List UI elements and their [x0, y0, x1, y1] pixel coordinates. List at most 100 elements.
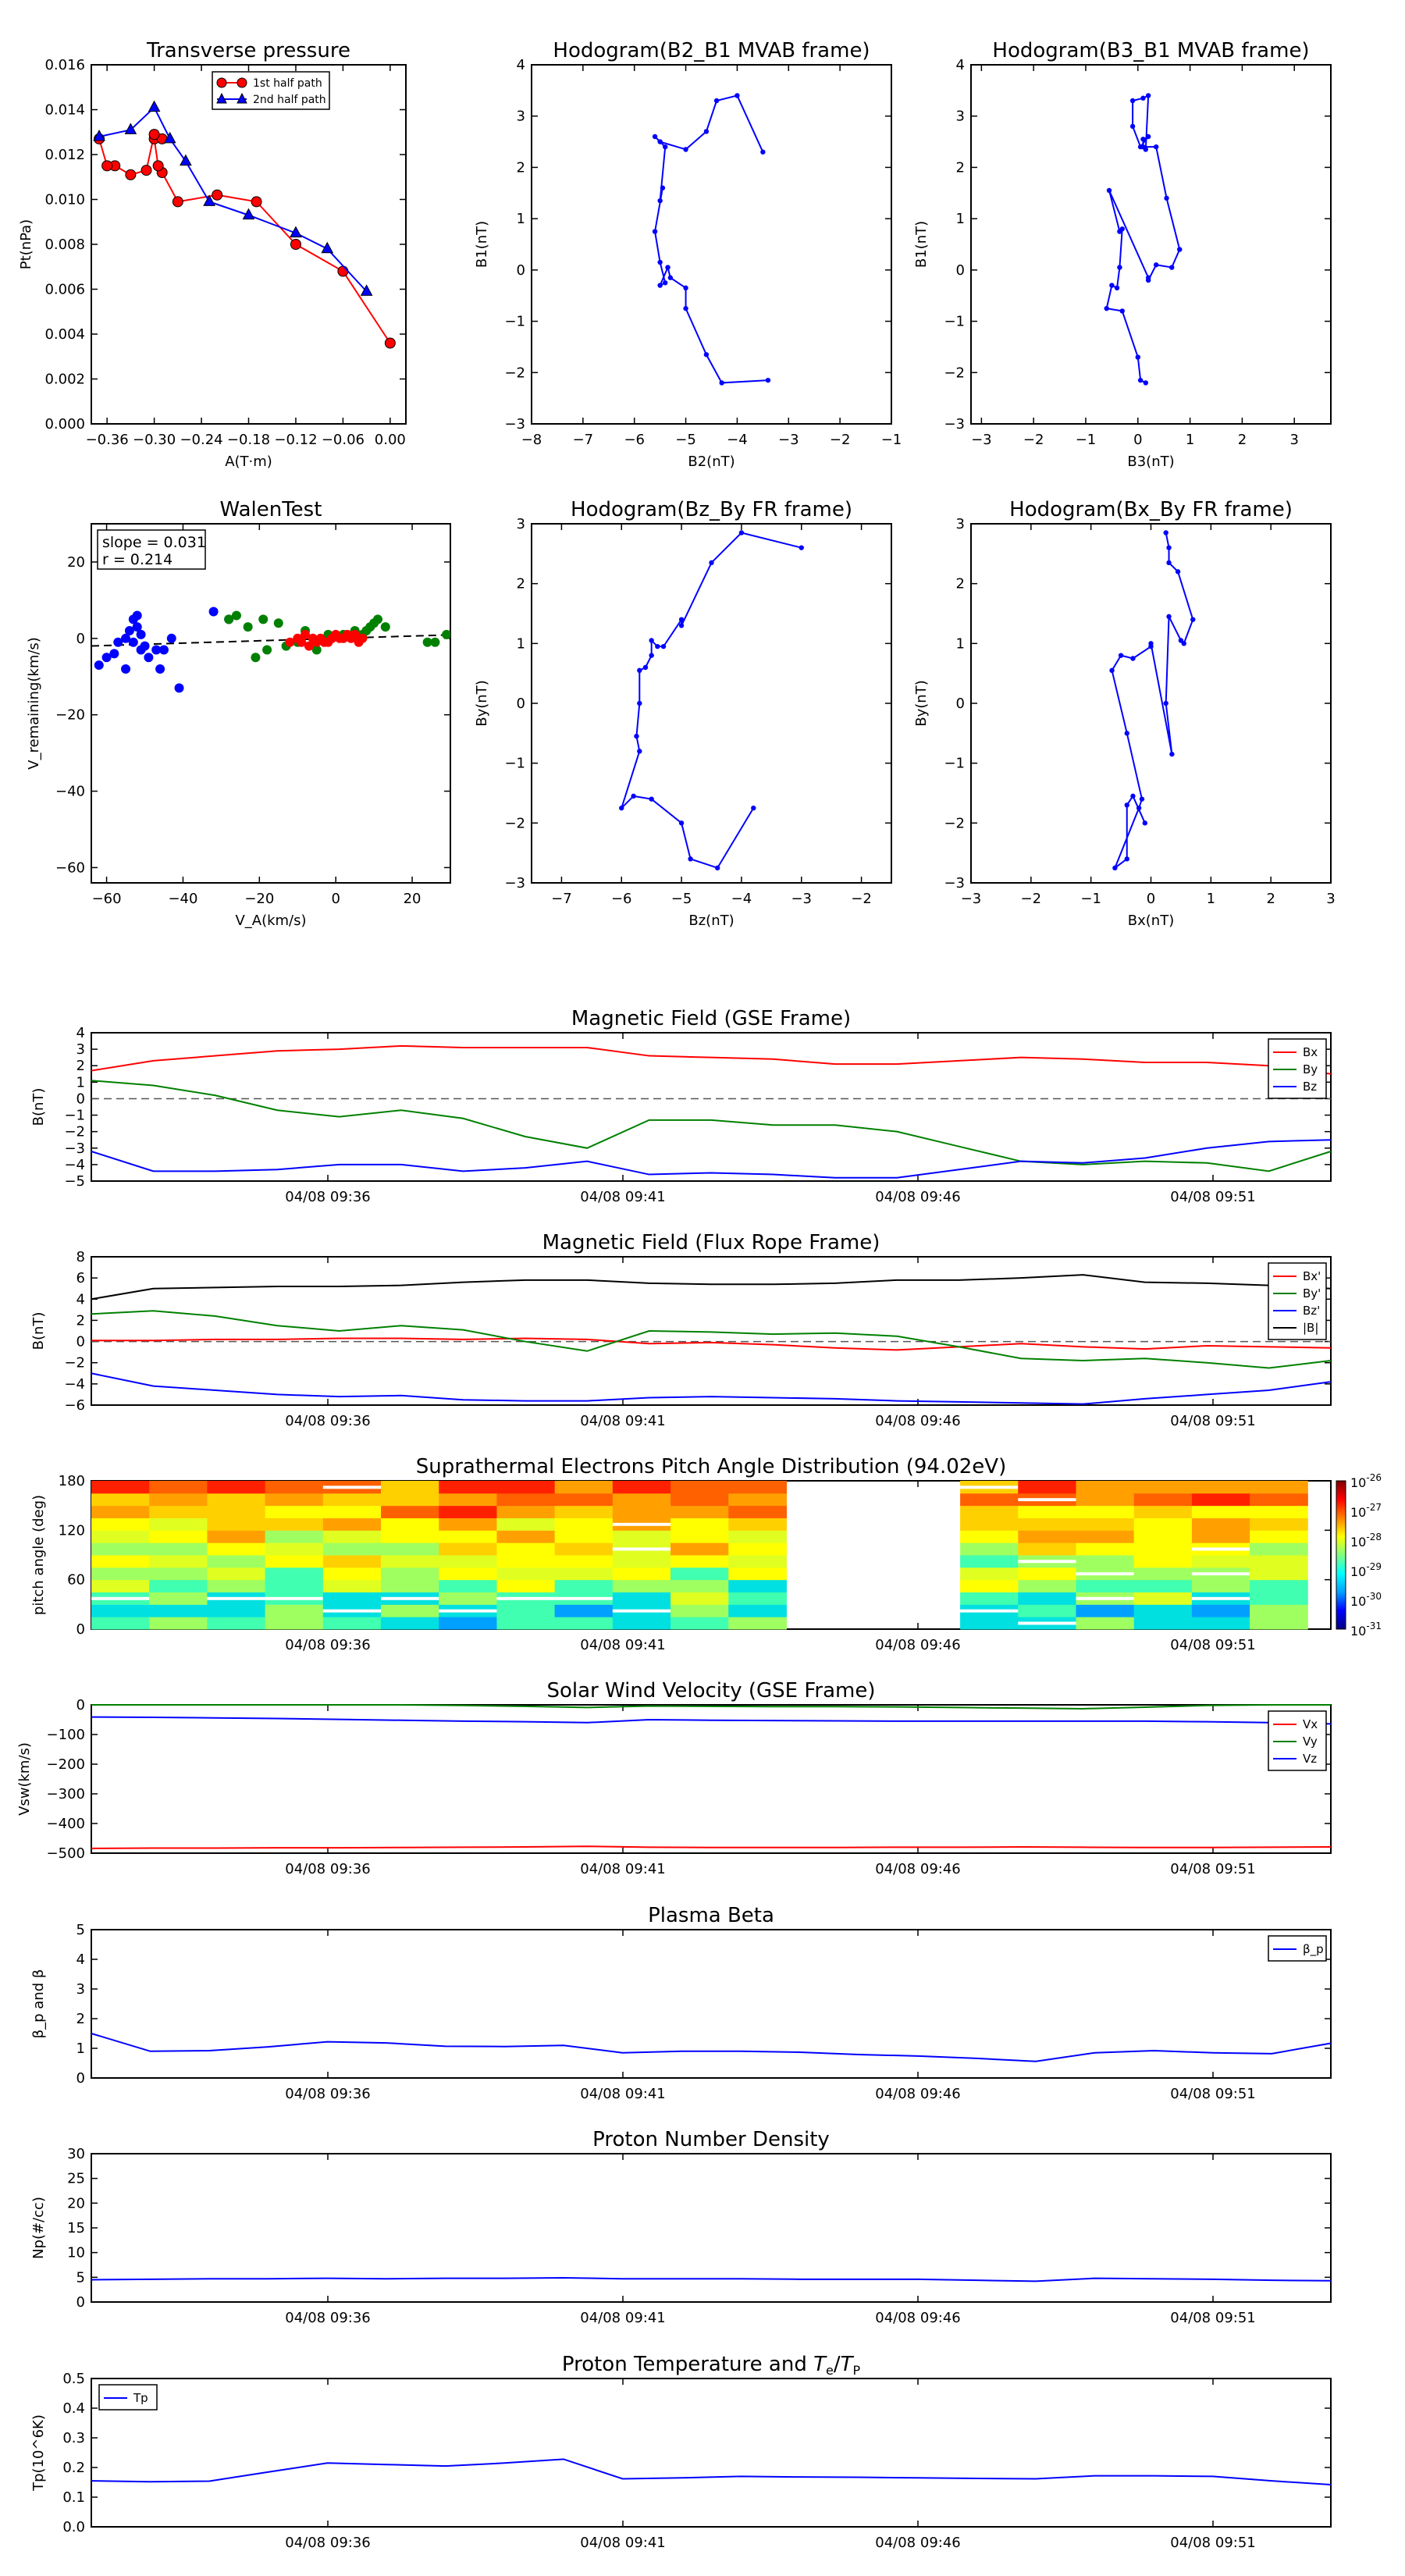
h3-point — [660, 643, 667, 649]
pad-cell — [612, 1505, 671, 1518]
h1-point — [652, 229, 658, 234]
mf_fr-series-line — [91, 1337, 1332, 1351]
mf_gse-time-label: 04/08 09:41 — [580, 1189, 665, 1205]
pad-cell-gap — [496, 1596, 555, 1600]
walen-xtick-label: 20 — [404, 891, 422, 907]
h2-point — [1164, 195, 1169, 201]
pad-cell — [670, 1567, 729, 1581]
h1-xtick-label: −8 — [521, 432, 542, 448]
tp-legend-label: 2nd half path — [253, 94, 326, 106]
h2-ytick-label: 2 — [956, 159, 965, 176]
h2-point — [1145, 277, 1151, 283]
beta-ylabel: β_p and β — [30, 1969, 47, 2039]
pad-cell — [439, 1617, 497, 1630]
h4-point — [1124, 802, 1129, 808]
h2-xtick-label: −2 — [1023, 432, 1044, 448]
pad-cell — [1191, 1555, 1250, 1568]
pad-cell — [265, 1481, 324, 1494]
pad-cell — [728, 1517, 787, 1531]
pad-cell — [1018, 1481, 1076, 1494]
h3-xlabel: Bz(nT) — [688, 913, 734, 929]
pad-cell — [439, 1481, 497, 1494]
tp-point — [140, 165, 152, 176]
h3-point — [637, 667, 642, 674]
walen-point — [251, 653, 261, 663]
h4-point — [1130, 793, 1136, 799]
h3-series-line — [621, 532, 802, 870]
mf_gse-ytick-label: 2 — [76, 1058, 85, 1074]
h4-ytick-label: 3 — [956, 516, 965, 532]
h2-point — [1140, 137, 1146, 142]
pad-cell — [728, 1481, 787, 1494]
tp-xtick-label: −0.24 — [180, 432, 222, 448]
beta-ytick-label: 5 — [76, 1922, 85, 1938]
mf_gse-title: Magnetic Field (GSE Frame) — [571, 1007, 851, 1030]
pad-cell — [91, 1604, 150, 1617]
mf_fr-series-line — [91, 1372, 1332, 1405]
h4-xtick-label: −3 — [961, 891, 982, 907]
h3-point — [637, 749, 642, 754]
mf_gse-time-label: 04/08 09:46 — [875, 1189, 960, 1205]
pad-cell — [1250, 1505, 1308, 1518]
pad-cell — [149, 1567, 208, 1581]
pad-cell — [960, 1592, 1019, 1605]
beta-time-label: 04/08 09:46 — [875, 2086, 960, 2102]
h3-point — [649, 638, 654, 643]
pad-cell — [960, 1555, 1019, 1568]
pad-cell — [322, 1517, 382, 1531]
h2-point — [1153, 144, 1159, 150]
walen-annotation: slope = 0.031 — [102, 534, 206, 551]
h3-point — [688, 856, 693, 862]
mf_fr-ytick-label: 4 — [76, 1291, 85, 1308]
mf_fr-legend-label: |B| — [1303, 1321, 1318, 1335]
pad-cell — [91, 1617, 150, 1630]
h4-point — [1190, 617, 1196, 622]
h3-xtick-label: −6 — [611, 891, 632, 907]
h1-point — [719, 380, 724, 386]
pad-cell — [612, 1617, 671, 1630]
pad-ytick-label: 0 — [76, 1621, 85, 1638]
h3-point — [678, 623, 685, 628]
pad-cell — [265, 1505, 324, 1518]
pad-cell — [322, 1542, 382, 1556]
np-time-label: 04/08 09:41 — [580, 2310, 665, 2326]
pad-cell — [554, 1604, 614, 1617]
h3-point — [714, 865, 720, 871]
np-ylabel: Np(#/cc) — [30, 2197, 47, 2259]
h1-series-line — [654, 94, 768, 384]
mf_fr-time-label: 04/08 09:51 — [1170, 1413, 1255, 1429]
h1-point — [665, 265, 670, 270]
h3-point — [678, 617, 685, 622]
h3-point — [751, 805, 756, 811]
mf_fr-time-label: 04/08 09:41 — [580, 1413, 665, 1429]
h1-point — [657, 259, 663, 265]
walen-point — [174, 683, 184, 693]
pad-cell — [496, 1555, 556, 1568]
pad-cell — [91, 1505, 150, 1518]
mf_gse-ytick-label: 3 — [76, 1041, 85, 1058]
h4-series-line — [1111, 532, 1194, 870]
h2-ytick-label: 4 — [956, 57, 965, 73]
pad-cell-gap — [960, 1485, 1019, 1489]
pad-cell — [670, 1505, 729, 1518]
h3-ytick-label: 0 — [517, 696, 525, 712]
pad-ylabel: pitch angle (deg) — [30, 1495, 47, 1615]
h3-point — [655, 643, 660, 649]
pad-cell — [149, 1542, 208, 1556]
pad-cell-gap — [1191, 1572, 1250, 1576]
pad-cell — [1076, 1505, 1135, 1518]
panel-tp: Transverse pressure 0.000 0.002 0.004 0.006 0… — [18, 39, 407, 470]
pad-cell — [670, 1604, 729, 1617]
h4-point — [1163, 530, 1168, 535]
pad-cell — [149, 1604, 208, 1617]
mf_gse-ytick-label: 0 — [76, 1091, 85, 1107]
h4-xtick-label: 2 — [1266, 891, 1275, 907]
h1-ytick-label: −2 — [504, 365, 525, 381]
vsw-time-label: 04/08 09:36 — [285, 1861, 370, 1877]
h2-point — [1143, 147, 1149, 152]
panel-tp2: Proton Temperature and Te/TP 0.0 0.1 0.2 0.3… — [30, 2353, 1332, 2551]
h2-point — [1119, 308, 1125, 314]
h1-point — [657, 197, 663, 204]
tp2-ytick-label: 0.5 — [62, 2371, 85, 2387]
h1-xtick-label: −3 — [778, 432, 799, 448]
